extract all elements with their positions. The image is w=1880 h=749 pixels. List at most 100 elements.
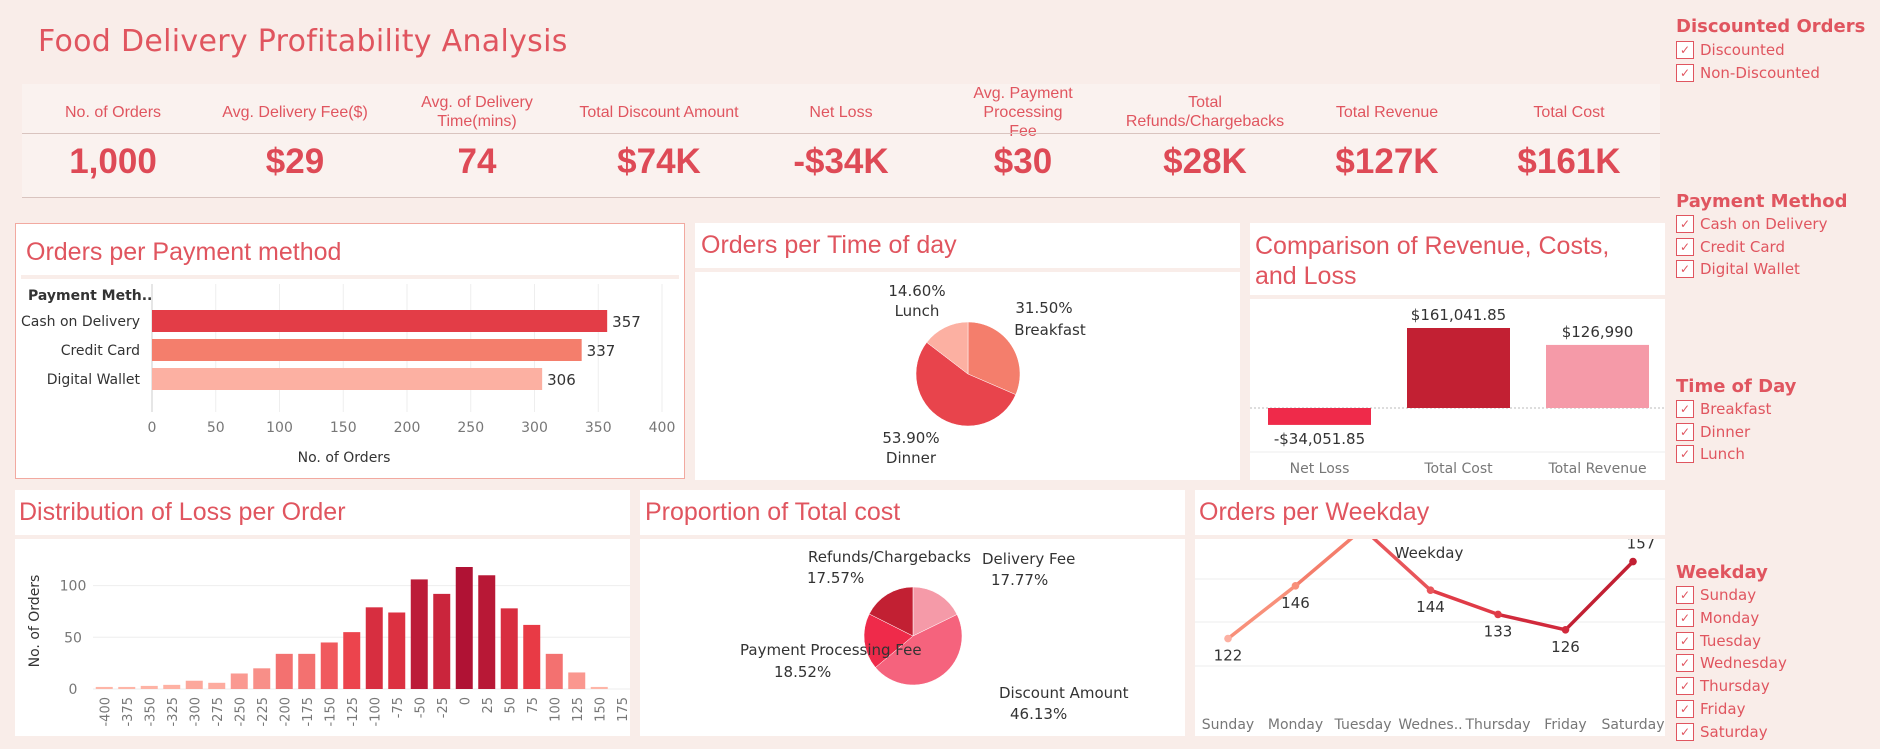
payment-bar-chart: Payment Meth.. No. of Orders 0 50 100 150 20…	[21, 284, 675, 466]
dashboard-title: Food Delivery Profitability Analysis	[38, 24, 568, 59]
checkbox-icon[interactable]: ✓	[1676, 445, 1694, 463]
slice-name: Discount Amount	[999, 684, 1129, 702]
filter-heading-weekday: Weekday	[1676, 562, 1768, 583]
kpi-label: Net Loss	[809, 103, 873, 121]
histogram-bar	[275, 653, 293, 689]
filter-thursday[interactable]: ✓ Thursday	[1676, 676, 1770, 696]
checkbox-icon[interactable]: ✓	[1676, 632, 1694, 650]
filter-label: Saturday	[1700, 723, 1768, 741]
cost-proportion-panel[interactable]: Proportion of Total cost Delivery Fee 17.…	[640, 490, 1185, 736]
x-tick-label: -250	[233, 697, 248, 727]
x-tick-label: -125	[346, 697, 361, 727]
panel-title: Orders per Weekday	[1199, 498, 1430, 526]
filter-label: Breakfast	[1700, 400, 1772, 418]
x-tick-label: -275	[211, 697, 226, 727]
filter-label: Credit Card	[1700, 238, 1785, 256]
filter-lunch[interactable]: ✓ Lunch	[1676, 444, 1745, 464]
x-tick-label: 300	[521, 420, 548, 436]
data-label: 144	[1416, 598, 1445, 616]
histogram-bar	[568, 672, 586, 689]
histogram-bar	[95, 686, 113, 689]
checkbox-icon[interactable]: ✓	[1676, 215, 1694, 233]
filter-credit-card[interactable]: ✓ Credit Card	[1676, 237, 1785, 257]
filter-label: Sunday	[1700, 586, 1757, 604]
x-tick-label: -150	[323, 697, 338, 727]
slice-name: Payment Processing Fee	[740, 641, 922, 659]
x-tick-label: 175	[616, 697, 630, 722]
time-of-day-panel[interactable]: Orders per Time of day 31.50% Breakfast 53…	[695, 223, 1240, 480]
x-tick-label: -25	[436, 697, 451, 718]
panel-title: Comparison of Revenue, Costs, and Loss	[1255, 232, 1610, 290]
panel-divider	[21, 275, 679, 279]
filter-breakfast[interactable]: ✓ Breakfast	[1676, 399, 1771, 419]
data-label: 337	[587, 342, 616, 360]
filter-label: Friday	[1700, 700, 1746, 718]
x-tick-label: 0	[148, 420, 157, 436]
checkbox-icon[interactable]: ✓	[1676, 238, 1694, 256]
payment-xlabel: No. of Orders	[298, 450, 391, 466]
filter-label: Lunch	[1700, 445, 1745, 463]
data-point	[1629, 557, 1637, 566]
category-label: Sunday	[1202, 717, 1254, 733]
checkbox-icon[interactable]: ✓	[1676, 723, 1694, 741]
filter-non-discounted[interactable]: ✓ Non-Discounted	[1676, 63, 1820, 83]
checkbox-icon[interactable]: ✓	[1676, 654, 1694, 672]
checkbox-icon[interactable]: ✓	[1676, 700, 1694, 718]
filter-tuesday[interactable]: ✓ Tuesday	[1676, 631, 1761, 651]
slice-name: Lunch	[895, 302, 940, 320]
payment-method-panel[interactable]: Orders per Payment method Payment Meth..…	[15, 223, 685, 479]
filter-dinner[interactable]: ✓ Dinner	[1676, 422, 1750, 442]
histogram-bar	[455, 567, 473, 689]
checkbox-icon[interactable]: ✓	[1676, 677, 1694, 695]
kpi-band: No. of Orders 1,000 Avg. Delivery Fee($)…	[22, 84, 1660, 198]
checkbox-icon[interactable]: ✓	[1676, 400, 1694, 418]
panel-title: Distribution of Loss per Order	[19, 498, 346, 526]
weekday-panel[interactable]: Orders per Weekday Weekday 122 Sunday 146 M…	[1195, 490, 1665, 736]
kpi-label: No. of Orders	[64, 103, 162, 121]
category-label: Credit Card	[61, 343, 140, 359]
y-tick-label: 50	[64, 630, 82, 646]
histogram-bar	[523, 624, 541, 689]
filter-wednesday[interactable]: ✓ Wednesday	[1676, 653, 1787, 673]
slice-pct: 17.77%	[991, 571, 1048, 589]
kpi-value: -$34K	[793, 142, 889, 181]
category-label: Saturday	[1601, 717, 1664, 733]
filter-friday[interactable]: ✓ Friday	[1676, 699, 1745, 719]
slice-pct: 31.50%	[1015, 299, 1072, 317]
y-tick-label: 0	[69, 682, 78, 698]
filter-monday[interactable]: ✓ Monday	[1676, 608, 1759, 628]
filter-cash-on-delivery[interactable]: ✓ Cash on Delivery	[1676, 214, 1827, 234]
x-tick-label: -50	[413, 697, 428, 718]
x-tick-label: 100	[266, 420, 293, 436]
checkbox-icon[interactable]: ✓	[1676, 260, 1694, 278]
category-label: Wednes..	[1398, 717, 1462, 733]
kpi-value: $161K	[1517, 142, 1621, 181]
filter-digital-wallet[interactable]: ✓ Digital Wallet	[1676, 259, 1800, 279]
x-tick-label: -75	[391, 697, 406, 718]
loss-distribution-panel[interactable]: Distribution of Loss per Order No. of Or…	[15, 490, 630, 736]
data-label: 146	[1281, 594, 1310, 612]
filter-saturday[interactable]: ✓ Saturday	[1676, 722, 1768, 742]
data-point	[1494, 610, 1502, 619]
x-tick-label: 50	[503, 697, 518, 714]
filter-sunday[interactable]: ✓ Sunday	[1676, 585, 1756, 605]
data-point	[1426, 586, 1435, 594]
x-tick-label: -350	[143, 697, 158, 727]
slice-pct: 18.52%	[774, 663, 831, 681]
data-point	[1291, 582, 1300, 590]
checkbox-icon[interactable]: ✓	[1676, 64, 1694, 82]
x-tick-label: -225	[256, 697, 271, 727]
filter-heading-payment: Payment Method	[1676, 191, 1848, 212]
category-label: Digital Wallet	[47, 372, 141, 388]
kpi-value: 74	[457, 142, 497, 181]
checkbox-icon[interactable]: ✓	[1676, 423, 1694, 441]
comparison-panel[interactable]: Comparison of Revenue, Costs, and Loss -…	[1250, 223, 1665, 480]
data-label: 157	[1627, 539, 1656, 553]
panel-title: Proportion of Total cost	[645, 498, 901, 526]
checkbox-icon[interactable]: ✓	[1676, 609, 1694, 627]
checkbox-icon[interactable]: ✓	[1676, 41, 1694, 59]
x-tick-label: 25	[481, 697, 496, 714]
filter-discounted[interactable]: ✓ Discounted	[1676, 40, 1785, 60]
x-tick-label: 100	[548, 697, 563, 722]
checkbox-icon[interactable]: ✓	[1676, 586, 1694, 604]
